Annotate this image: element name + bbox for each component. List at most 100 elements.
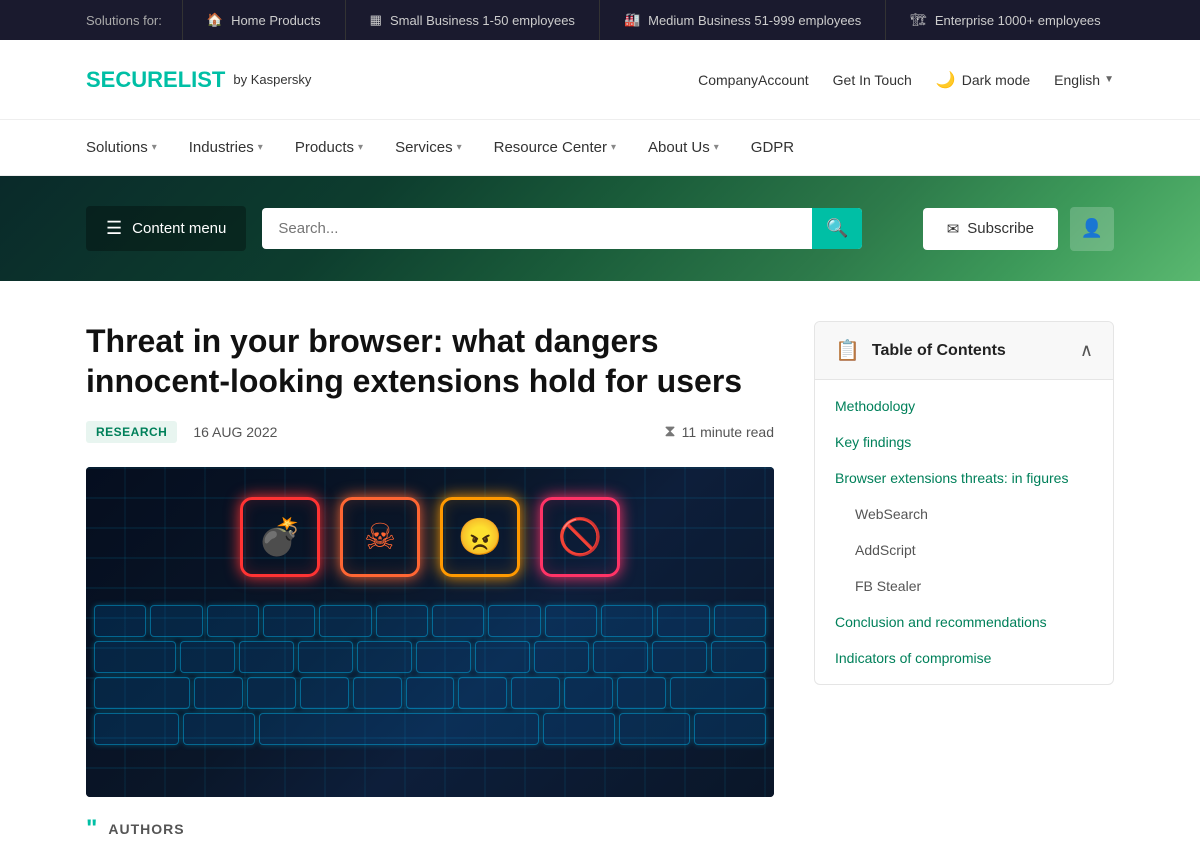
logo-by: by Kaspersky	[233, 72, 311, 87]
subscribe-button[interactable]: ✉ Subscribe	[923, 208, 1058, 250]
key	[194, 677, 243, 709]
content-menu-label: Content menu	[132, 220, 226, 237]
neon-face-icon: 😠	[440, 497, 520, 577]
key	[150, 605, 202, 637]
logo-text: SECURELIST	[86, 67, 225, 93]
nav-about-us-label: About Us	[648, 139, 710, 156]
key-row-2	[94, 641, 766, 673]
sidebar: 📋 Table of Contents ∧ Methodology Key fi…	[814, 321, 1114, 841]
user-account-button[interactable]: 👤	[1070, 207, 1114, 251]
key	[652, 641, 707, 673]
toc-item-conclusion[interactable]: Conclusion and recommendations	[815, 604, 1113, 640]
key	[511, 677, 560, 709]
toc-body: Methodology Key findings Browser extensi…	[815, 380, 1113, 684]
search-bar-section: ☰ Content menu 🔍 ✉ Subscribe 👤	[0, 176, 1200, 281]
neon-ban-icon: 🚫	[540, 497, 620, 577]
neon-skull-icon: ☠	[340, 497, 420, 577]
language-button[interactable]: English ▼	[1054, 72, 1114, 88]
neon-icons: 💣 ☠ 😠 🚫	[240, 497, 620, 577]
nav-gdpr[interactable]: GDPR	[735, 120, 810, 176]
industries-chevron-icon: ▾	[258, 142, 263, 153]
key	[406, 677, 455, 709]
top-bar: Solutions for: 🏠 Home Products ▦ Small B…	[0, 0, 1200, 40]
search-button[interactable]: 🔍	[812, 208, 862, 249]
enterprise-icon: 🏗	[910, 12, 927, 28]
dark-mode-button[interactable]: 🌙 Dark mode	[936, 70, 1030, 90]
company-account-link[interactable]: CompanyAccount	[698, 72, 809, 88]
envelope-icon: ✉	[947, 220, 960, 238]
key	[475, 641, 530, 673]
nav-industries[interactable]: Industries ▾	[173, 120, 279, 176]
nav-services-label: Services	[395, 139, 453, 156]
key	[432, 605, 484, 637]
toc-title: Table of Contents	[872, 342, 1068, 360]
topbar-home[interactable]: 🏠 Home Products	[182, 0, 345, 40]
medium-biz-icon: 🏭	[624, 12, 640, 28]
toc-item-methodology[interactable]: Methodology	[815, 388, 1113, 424]
key	[714, 605, 766, 637]
authors-text: AUTHORS	[108, 821, 184, 837]
authors-label: " AUTHORS	[86, 817, 774, 841]
key	[239, 641, 294, 673]
key	[357, 641, 412, 673]
key	[458, 677, 507, 709]
toc-item-websearch[interactable]: WebSearch	[815, 496, 1113, 532]
table-of-contents: 📋 Table of Contents ∧ Methodology Key fi…	[814, 321, 1114, 685]
key	[619, 713, 691, 745]
header-actions: ✉ Subscribe 👤	[923, 207, 1114, 251]
nav-solutions-label: Solutions	[86, 139, 148, 156]
toc-header: 📋 Table of Contents ∧	[815, 322, 1113, 380]
nav-products[interactable]: Products ▾	[279, 120, 379, 176]
article-image: 💣 ☠ 😠 🚫	[86, 467, 774, 797]
nav-about-us[interactable]: About Us ▾	[632, 120, 735, 176]
toc-item-indicators[interactable]: Indicators of compromise	[815, 640, 1113, 676]
header-right: CompanyAccount Get In Touch 🌙 Dark mode …	[698, 70, 1114, 90]
topbar-medium-biz-label: Medium Business 51-999 employees	[648, 13, 861, 28]
home-icon: 🏠	[207, 12, 223, 28]
nav-solutions[interactable]: Solutions ▾	[86, 120, 173, 176]
topbar-small-biz-label: Small Business 1-50 employees	[390, 13, 575, 28]
search-input[interactable]	[262, 208, 862, 249]
toc-list-icon: 📋	[835, 338, 860, 363]
logo-list: LIST	[178, 67, 226, 92]
nav-resource-center[interactable]: Resource Center ▾	[478, 120, 632, 176]
topbar-medium-biz[interactable]: 🏭 Medium Business 51-999 employees	[599, 0, 885, 40]
key	[617, 677, 666, 709]
key	[247, 677, 296, 709]
toc-item-key-findings[interactable]: Key findings	[815, 424, 1113, 460]
logo-secure: SECURE	[86, 67, 178, 92]
services-chevron-icon: ▾	[457, 142, 462, 153]
main-content: Threat in your browser: what dangers inn…	[0, 321, 1200, 841]
key	[601, 605, 653, 637]
key	[94, 605, 146, 637]
logo[interactable]: SECURELIST by Kaspersky	[86, 67, 311, 93]
topbar-small-biz[interactable]: ▦ Small Business 1-50 employees	[345, 0, 599, 40]
key	[94, 641, 176, 673]
keyboard-grid	[86, 597, 774, 797]
nav-services[interactable]: Services ▾	[379, 120, 478, 176]
key	[657, 605, 709, 637]
toc-collapse-button[interactable]: ∧	[1080, 340, 1093, 361]
content-menu-button[interactable]: ☰ Content menu	[86, 206, 246, 251]
key	[564, 677, 613, 709]
get-in-touch-link[interactable]: Get In Touch	[833, 72, 912, 88]
article-title: Threat in your browser: what dangers inn…	[86, 321, 774, 401]
topbar-enterprise[interactable]: 🏗 Enterprise 1000+ employees	[885, 0, 1124, 40]
toc-item-addscript[interactable]: AddScript	[815, 532, 1113, 568]
key	[207, 605, 259, 637]
key	[670, 677, 766, 709]
authors-section: " AUTHORS	[86, 817, 774, 841]
key	[183, 713, 255, 745]
topbar-home-label: Home Products	[231, 13, 321, 28]
header: SECURELIST by Kaspersky CompanyAccount G…	[0, 40, 1200, 120]
key	[263, 605, 315, 637]
about-us-chevron-icon: ▾	[714, 142, 719, 153]
language-chevron-icon: ▼	[1104, 74, 1114, 85]
key	[298, 641, 353, 673]
small-biz-icon: ▦	[370, 12, 382, 28]
neon-bomb-icon: 💣	[240, 497, 320, 577]
nav-resource-center-label: Resource Center	[494, 139, 607, 156]
toc-item-fb-stealer[interactable]: FB Stealer	[815, 568, 1113, 604]
toc-item-browser-extensions[interactable]: Browser extensions threats: in figures	[815, 460, 1113, 496]
key-row-3	[94, 677, 766, 709]
